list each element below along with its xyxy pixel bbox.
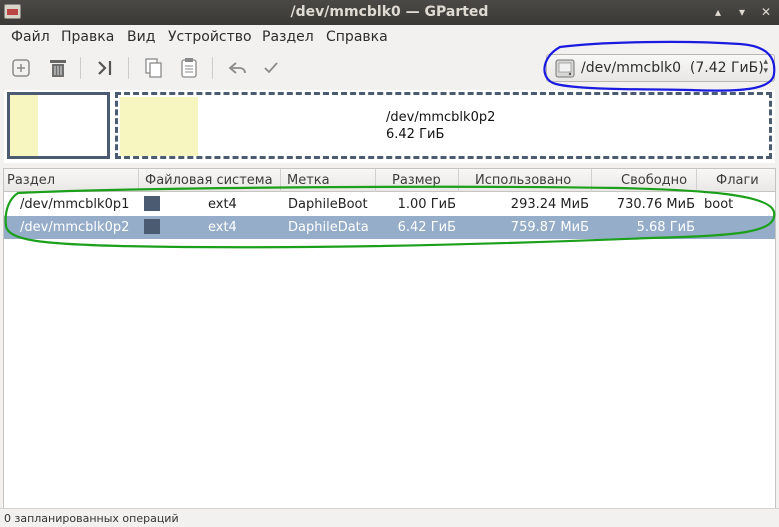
menu-device[interactable]: Устройство [168, 29, 252, 45]
menu-file[interactable]: Файл [11, 29, 50, 45]
partition-block-name: /dev/mmcblk0p2 [386, 110, 496, 125]
device-selector[interactable]: /dev/mmcblk0 (7.42 ГиБ) ▴ ▾ [546, 54, 775, 82]
resize-move-icon [98, 61, 112, 75]
menu-edit[interactable]: Правка [61, 29, 114, 45]
cell-filesystem: ext4 [208, 220, 237, 235]
copy-icon [145, 58, 162, 78]
status-bar: 0 запланированных операций [0, 508, 779, 527]
cell-filesystem: ext4 [208, 197, 237, 212]
partition-block-p1[interactable] [7, 92, 110, 159]
partition-map: /dev/mmcblk0p2 6.42 ГиБ [4, 90, 775, 163]
cell-partition: /dev/mmcblk0p1 [20, 197, 130, 212]
table-row[interactable]: /dev/mmcblk0p1 ext4 DaphileBoot 1.00 ГиБ… [4, 193, 775, 216]
device-name: /dev/mmcblk0 [581, 60, 681, 76]
column-header-size[interactable]: Размер [376, 169, 459, 192]
checkmark-icon [264, 62, 278, 74]
column-header-label[interactable]: Метка [281, 169, 376, 192]
menu-help[interactable]: Справка [326, 29, 388, 45]
table-header: Раздел Файловая система Метка Размер Исп… [4, 169, 775, 192]
device-label: /dev/mmcblk0 (7.42 ГиБ) [581, 60, 764, 76]
column-header-used[interactable]: Использовано [459, 169, 592, 192]
window-title: /dev/mmcblk0 — GParted [290, 4, 489, 20]
cell-size: 6.42 ГиБ [397, 220, 456, 235]
title-bar: /dev/mmcblk0 — GParted ▴ ▾ ✕ [0, 0, 779, 25]
menu-partition[interactable]: Раздел [262, 29, 314, 45]
paste-button[interactable] [176, 55, 202, 81]
cell-label: DaphileData [288, 220, 369, 235]
cell-flags: boot [704, 197, 734, 212]
paste-icon [181, 58, 197, 78]
chevron-updown-icon: ▴ ▾ [763, 57, 768, 76]
menu-bar: Файл Правка Вид Устройство Раздел Справк… [0, 25, 779, 49]
cell-free: 5.68 ГиБ [636, 220, 695, 235]
disk-drive-icon [555, 59, 575, 78]
partition-block-p2[interactable]: /dev/mmcblk0p2 6.42 ГиБ [115, 92, 772, 159]
column-header-free[interactable]: Свободно [592, 169, 697, 192]
new-partition-icon [12, 59, 30, 77]
cell-free: 730.76 МиБ [616, 197, 695, 212]
partition-table: Раздел Файловая система Метка Размер Исп… [3, 168, 776, 509]
window-controls: ▴ ▾ ✕ [711, 5, 773, 19]
copy-button[interactable] [140, 55, 166, 81]
trash-icon [50, 60, 66, 77]
used-space-bar [120, 97, 199, 156]
filesystem-color-swatch [144, 219, 160, 234]
column-header-filesystem[interactable]: Файловая система [139, 169, 281, 192]
filesystem-color-swatch [144, 196, 160, 211]
undo-icon [228, 62, 246, 74]
new-partition-button[interactable] [8, 55, 34, 81]
device-size: (7.42 ГиБ) [689, 60, 764, 76]
undo-button[interactable] [224, 55, 250, 81]
maximize-icon[interactable]: ▾ [735, 5, 749, 19]
cell-partition: /dev/mmcblk0p2 [20, 220, 130, 235]
cell-used: 759.87 МиБ [510, 220, 589, 235]
table-row[interactable]: /dev/mmcblk0p2 ext4 DaphileData 6.42 ГиБ… [4, 216, 775, 239]
close-icon[interactable]: ✕ [759, 5, 773, 19]
apply-button[interactable] [258, 55, 284, 81]
minimize-icon[interactable]: ▴ [711, 5, 725, 19]
delete-partition-button[interactable] [45, 55, 71, 81]
partition-block-size: 6.42 ГиБ [386, 127, 445, 142]
column-header-partition[interactable]: Раздел [4, 169, 139, 192]
resize-move-button[interactable] [92, 55, 118, 81]
cell-label: DaphileBoot [288, 197, 368, 212]
main-window: Файл Правка Вид Устройство Раздел Справк… [0, 25, 779, 527]
pending-operations-status: 0 запланированных операций [4, 512, 179, 525]
menu-view[interactable]: Вид [127, 29, 155, 45]
column-header-flags[interactable]: Флаги [697, 169, 775, 192]
used-space-bar [10, 95, 39, 156]
cell-used: 293.24 МиБ [510, 197, 589, 212]
cell-size: 1.00 ГиБ [397, 197, 456, 212]
